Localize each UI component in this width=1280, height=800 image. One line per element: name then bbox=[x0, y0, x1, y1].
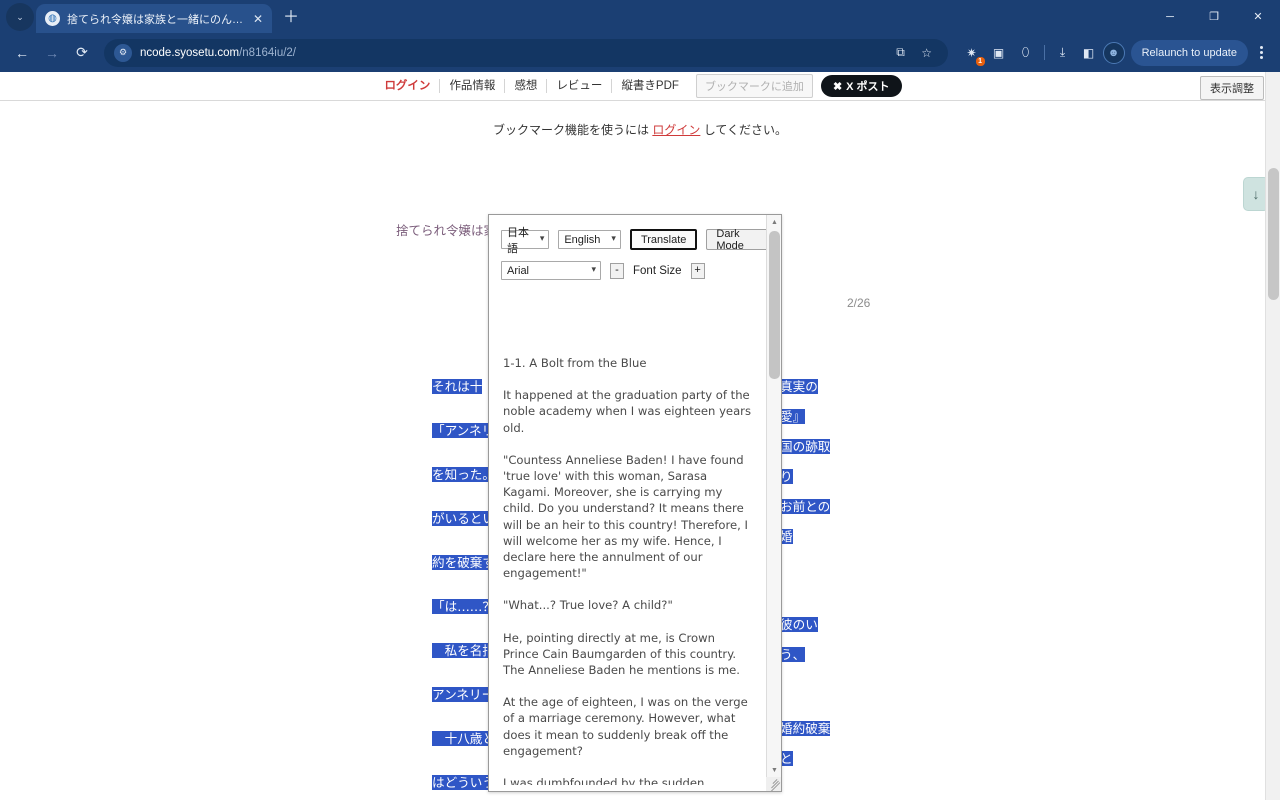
translated-paragraph: It happened at the graduation party of t… bbox=[503, 388, 751, 435]
tab-title: 捨てられ令嬢は家族と一緒にのん… bbox=[67, 13, 243, 26]
close-icon[interactable]: ✕ bbox=[250, 11, 266, 27]
reload-icon[interactable]: ⟳ bbox=[68, 39, 96, 67]
novel-fragment: 彼のいう、 bbox=[780, 617, 818, 662]
novel-body-right-fragments: 真実の愛』 国の跡取り お前との婚 彼のいう、 婚約破棄と く叱責した ら突き落… bbox=[780, 372, 838, 800]
novel-line: を知った。 bbox=[432, 467, 495, 482]
url-host: ncode.syosetu.com bbox=[140, 46, 240, 59]
puzzle-extension-icon[interactable]: ✷ 1 bbox=[960, 41, 985, 66]
page-scrollbar-thumb[interactable] bbox=[1268, 168, 1279, 300]
minimize-button[interactable]: ─ bbox=[1148, 0, 1192, 33]
nav-login[interactable]: ログイン bbox=[378, 79, 441, 93]
translated-text-area: 1-1. A Bolt from the Blue It happened at… bbox=[489, 347, 765, 785]
page-scrollbar[interactable] bbox=[1265, 72, 1280, 800]
extensions-area: ✷ 1 ▣ ⬯ bbox=[960, 41, 1038, 66]
three-dot-menu-icon[interactable] bbox=[1250, 40, 1272, 66]
pocket-extension-icon[interactable]: ⬯ bbox=[1014, 41, 1038, 65]
novel-body-tail: きっと、彼らは王太子殿下とサラサとの恋路を支持するといった意思表明なのだろう。 … bbox=[420, 794, 840, 800]
novel-fragment: 国の跡取り bbox=[780, 439, 831, 484]
url-text: ncode.syosetu.com/n8164iu/2/ bbox=[140, 47, 296, 59]
translation-overlay-panel[interactable]: 日本語 English Translate Dark Mode Arial - … bbox=[488, 214, 782, 792]
translate-button[interactable]: Translate bbox=[629, 229, 698, 250]
overlay-scrollbar-thumb[interactable] bbox=[769, 231, 780, 379]
translate-icon[interactable]: ⧉ bbox=[890, 42, 912, 64]
resize-grip-icon[interactable] bbox=[766, 777, 781, 791]
new-tab-button[interactable]: ＋ bbox=[278, 5, 304, 31]
site-navbar: ログイン 作品情報 感想 レビュー 縦書きPDF ブックマークに追加 ✖ X ポ… bbox=[0, 72, 1280, 101]
star-icon[interactable]: ☆ bbox=[916, 42, 938, 64]
target-language-select[interactable]: English bbox=[558, 230, 621, 249]
novel-fragment: 真実の愛』 bbox=[780, 379, 818, 424]
window-close-button[interactable]: ✕ bbox=[1236, 0, 1280, 33]
address-bar[interactable]: ⚙ ncode.syosetu.com/n8164iu/2/ ⧉ ☆ bbox=[104, 38, 948, 67]
tab-search-icon[interactable]: ⌄ bbox=[6, 3, 34, 31]
page-content: ログイン 作品情報 感想 レビュー 縦書きPDF ブックマークに追加 ✖ X ポ… bbox=[0, 72, 1280, 800]
back-icon[interactable]: ← bbox=[8, 39, 36, 67]
bookmark-notice: ブックマーク機能を使うには ログイン してください。 bbox=[0, 121, 1280, 138]
bookmark-notice-suffix: してください。 bbox=[700, 123, 787, 137]
reader-extension-icon[interactable]: ▣ bbox=[987, 41, 1011, 65]
downloads-icon[interactable]: ⤓ bbox=[1051, 41, 1075, 65]
triangle-up-icon[interactable]: ▲ bbox=[767, 215, 781, 229]
novel-fragment: お前との婚 bbox=[780, 499, 831, 544]
extension-badge-count: 1 bbox=[975, 56, 985, 66]
browser-toolbar: ← → ⟳ ⚙ ncode.syosetu.com/n8164iu/2/ ⧉ ☆… bbox=[0, 33, 1280, 72]
nav-work-info[interactable]: 作品情報 bbox=[440, 79, 506, 93]
x-post-label: X ポスト bbox=[846, 81, 890, 93]
x-logo-icon: ✖ bbox=[832, 80, 843, 93]
novel-line: それは十 bbox=[432, 379, 483, 394]
novel-fragment: 婚約破棄と bbox=[780, 721, 831, 766]
side-panel-icon[interactable]: ◧ bbox=[1077, 41, 1101, 65]
browser-window: ⌄ ◍ 捨てられ令嬢は家族と一緒にのん… ✕ ＋ ─ ❐ ✕ ← → ⟳ ⚙ n… bbox=[0, 0, 1280, 800]
arrow-down-icon: ↓ bbox=[1252, 186, 1260, 202]
nav-impressions[interactable]: 感想 bbox=[505, 79, 548, 93]
overlay-scrollbar[interactable]: ▲ ▼ bbox=[766, 215, 781, 791]
browser-tab-active[interactable]: ◍ 捨てられ令嬢は家族と一緒にのん… ✕ bbox=[36, 4, 272, 33]
window-controls: ─ ❐ ✕ bbox=[1148, 0, 1280, 33]
novel-site-favicon: ◍ bbox=[45, 11, 60, 26]
nav-reviews[interactable]: レビュー bbox=[547, 79, 613, 93]
font-size-label: Font Size bbox=[633, 264, 682, 277]
url-path: /n8164iu/2/ bbox=[239, 46, 297, 59]
font-size-decrease-button[interactable]: - bbox=[610, 262, 624, 279]
forward-icon[interactable]: → bbox=[38, 39, 66, 67]
toolbar-divider bbox=[1043, 45, 1045, 60]
translated-paragraph: I was dumbfounded by the sudden proclama… bbox=[503, 776, 705, 785]
translated-paragraph: He, pointing directly at me, is Crown Pr… bbox=[503, 630, 740, 678]
relaunch-to-update-button[interactable]: Relaunch to update bbox=[1130, 39, 1248, 66]
translated-paragraph: "What...? True love? A child?" bbox=[503, 598, 673, 613]
bookmark-notice-prefix: ブックマーク機能を使うには bbox=[493, 123, 653, 137]
display-adjust-button[interactable]: 表示調整 bbox=[1200, 76, 1264, 100]
translated-paragraph: "Countess Anneliese Baden! I have found … bbox=[503, 452, 748, 581]
avatar[interactable]: ☻ bbox=[1102, 41, 1125, 64]
novel-line: がいるとい bbox=[432, 511, 495, 526]
overlay-controls: 日本語 English Translate Dark Mode Arial - … bbox=[489, 215, 781, 288]
novel-line: 「は……？ bbox=[432, 599, 495, 614]
tune-icon[interactable]: ⚙ bbox=[114, 43, 132, 62]
novel-line: 私を名指 bbox=[432, 643, 495, 658]
bookmark-notice-login-link[interactable]: ログイン bbox=[652, 123, 700, 137]
maximize-button[interactable]: ❐ bbox=[1192, 0, 1236, 33]
triangle-down-icon[interactable]: ▼ bbox=[767, 763, 781, 777]
add-bookmark-button[interactable]: ブックマークに追加 bbox=[695, 74, 813, 98]
novel-line: 「アンネリ bbox=[432, 423, 495, 438]
source-language-select[interactable]: 日本語 bbox=[501, 227, 550, 255]
x-post-button[interactable]: ✖ X ポスト bbox=[820, 75, 902, 97]
novel-line: 約を破棄す bbox=[432, 555, 495, 570]
font-family-select[interactable]: Arial bbox=[501, 261, 601, 280]
dark-mode-button[interactable]: Dark Mode bbox=[706, 228, 769, 252]
translated-paragraph: At the age of eighteen, I was on the ver… bbox=[503, 695, 748, 758]
tab-strip: ⌄ ◍ 捨てられ令嬢は家族と一緒にのん… ✕ ＋ ─ ❐ ✕ bbox=[0, 0, 1280, 33]
novel-line: 十八歳と bbox=[432, 731, 495, 746]
font-size-increase-button[interactable]: + bbox=[690, 262, 705, 279]
novel-line: アンネリー bbox=[432, 687, 495, 702]
translated-heading: 1-1. A Bolt from the Blue bbox=[503, 356, 647, 370]
page-counter: 2/26 bbox=[847, 296, 871, 310]
nav-vertical-pdf[interactable]: 縦書きPDF bbox=[612, 79, 688, 93]
novel-line: はどういう bbox=[432, 775, 495, 790]
